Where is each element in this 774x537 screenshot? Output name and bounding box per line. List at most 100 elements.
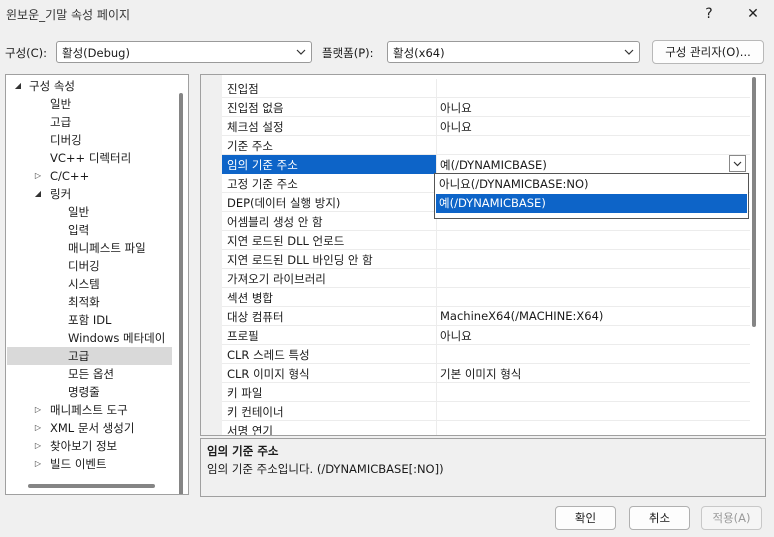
grid-row[interactable]: 기준 주소 (222, 136, 750, 155)
grid-row-selected[interactable]: 임의 기준 주소 예(/DYNAMICBASE) (222, 155, 750, 174)
property-name: 지연 로드된 DLL 바인딩 안 함 (227, 253, 373, 267)
dropdown-option[interactable]: 아니요(/DYNAMICBASE:NO) (436, 175, 747, 194)
ok-button[interactable]: 확인 (555, 506, 616, 530)
tree-item[interactable]: 고급 (50, 113, 71, 131)
platform-label: 플랫폼(P): (322, 46, 374, 60)
configuration-value: 활성(Debug) (62, 46, 130, 60)
grid-row[interactable]: 체크섬 설정 아니요 (222, 117, 750, 136)
description-title: 임의 기준 주소 (207, 444, 279, 458)
property-value: 기본 이미지 형식 (440, 367, 522, 381)
property-name: 지연 로드된 DLL 언로드 (227, 234, 345, 248)
property-name: 대상 컴퓨터 (227, 310, 284, 324)
property-value: 아니요 (440, 329, 472, 343)
property-value: 예(/DYNAMICBASE) (440, 158, 547, 172)
grid-vertical-scrollbar[interactable] (752, 77, 756, 327)
property-value: 아니요 (440, 101, 472, 115)
tree-item[interactable]: 빌드 이벤트 (50, 455, 107, 473)
grid-row[interactable]: 지연 로드된 DLL 언로드 (222, 231, 750, 250)
property-name: 키 컨테이너 (227, 405, 284, 419)
configuration-manager-button[interactable]: 구성 관리자(O)... (652, 40, 764, 64)
expand-arrow-icon[interactable]: ◢ (33, 185, 43, 203)
dropdown-option-highlighted[interactable]: 예(/DYNAMICBASE) (436, 194, 747, 213)
help-button[interactable]: ? (697, 3, 721, 25)
tree-vertical-scrollbar[interactable] (179, 93, 183, 494)
tree-item[interactable]: 매니페스트 도구 (50, 401, 128, 419)
chevron-down-icon (624, 49, 634, 55)
property-value: 아니요 (440, 120, 472, 134)
property-name: CLR 스레드 특성 (227, 348, 310, 362)
tree-item[interactable]: 시스템 (68, 275, 100, 293)
property-name: DEP(데이터 실행 방지) (227, 196, 341, 210)
apply-button[interactable]: 적용(A) (701, 506, 762, 530)
property-grid[interactable]: 진입점 진입점 없음 아니요 체크섬 설정 아니요 기준 주소 임의 기준 주소 예(… (200, 74, 766, 436)
grid-row[interactable]: 대상 컴퓨터 MachineX64(/MACHINE:X64) (222, 307, 750, 326)
collapse-arrow-icon[interactable]: ▷ (33, 437, 43, 455)
tree-item[interactable]: 입력 (68, 221, 89, 239)
property-name: 키 파일 (227, 386, 263, 400)
property-value: MachineX64(/MACHINE:X64) (440, 309, 604, 323)
collapse-arrow-icon[interactable]: ▷ (33, 401, 43, 419)
tree-item[interactable]: 포함 IDL (68, 311, 111, 329)
tree-item-selected[interactable]: 고급 (68, 347, 89, 365)
property-name: 서명 연기 (227, 424, 273, 436)
property-name: CLR 이미지 형식 (227, 367, 310, 381)
grid-row[interactable]: 진입점 없음 아니요 (222, 98, 750, 117)
close-button[interactable]: ✕ (741, 3, 765, 25)
grid-row[interactable]: 섹션 병합 (222, 288, 750, 307)
value-dropdown-list[interactable]: 아니요(/DYNAMICBASE:NO) 예(/DYNAMICBASE) (434, 173, 749, 219)
value-dropdown-button[interactable] (729, 155, 746, 172)
tree-horizontal-scrollbar[interactable] (28, 484, 155, 488)
property-name: 진입점 없음 (227, 101, 284, 115)
cancel-button[interactable]: 취소 (629, 506, 690, 530)
tree-item[interactable]: 디버깅 (50, 131, 82, 149)
grid-row[interactable]: 지연 로드된 DLL 바인딩 안 함 (222, 250, 750, 269)
configuration-label: 구성(C): (5, 46, 48, 60)
property-name: 프로필 (227, 329, 259, 343)
property-name: 기준 주소 (227, 139, 273, 153)
tree-item[interactable]: 디버깅 (68, 257, 100, 275)
grid-margin (201, 75, 222, 435)
grid-row[interactable]: 서명 연기 (222, 421, 750, 436)
tree-selection-highlight (7, 347, 172, 365)
grid-row[interactable]: CLR 이미지 형식 기본 이미지 형식 (222, 364, 750, 383)
tree-item[interactable]: 일반 (68, 203, 89, 221)
tree-item[interactable]: 찾아보기 정보 (50, 437, 117, 455)
tree-item[interactable]: 명령줄 (68, 383, 100, 401)
collapse-arrow-icon[interactable]: ▷ (33, 455, 43, 473)
grid-row[interactable]: 키 파일 (222, 383, 750, 402)
tree-item[interactable]: 일반 (50, 95, 71, 113)
description-panel: 임의 기준 주소 임의 기준 주소입니다. (/DYNAMICBASE[:NO]… (200, 438, 766, 497)
platform-select[interactable]: 활성(x64) (387, 41, 640, 63)
title-bar: 윈보운_기말 속성 페이지 ? ✕ (0, 0, 774, 30)
tree-item[interactable]: 링커 (50, 185, 71, 203)
description-text: 임의 기준 주소입니다. (/DYNAMICBASE[:NO]) (207, 462, 444, 476)
collapse-arrow-icon[interactable]: ▷ (33, 419, 43, 437)
tree-item[interactable]: XML 문서 생성기 (50, 419, 134, 437)
grid-row[interactable]: 키 컨테이너 (222, 402, 750, 421)
tree-item[interactable]: 매니페스트 파일 (68, 239, 146, 257)
grid-row[interactable]: CLR 스레드 특성 (222, 345, 750, 364)
platform-value: 활성(x64) (393, 46, 445, 60)
tree-item[interactable]: Windows 메타데이 (68, 329, 165, 347)
expand-arrow-icon[interactable]: ◢ (13, 77, 23, 95)
grid-row[interactable]: 프로필 아니요 (222, 326, 750, 345)
grid-row[interactable]: 가져오기 라이브러리 (222, 269, 750, 288)
tree-item[interactable]: 최적화 (68, 293, 100, 311)
property-tree[interactable]: ◢ 구성 속성 일반 고급 디버깅 VC++ 디렉터리 ▷ C/C++ ◢ 링커… (5, 74, 189, 495)
grid-row[interactable]: 진입점 (222, 79, 750, 98)
chevron-down-icon (733, 161, 742, 167)
configuration-select[interactable]: 활성(Debug) (56, 41, 312, 63)
tree-item[interactable]: VC++ 디렉터리 (50, 149, 131, 167)
chevron-down-icon (296, 49, 306, 55)
property-name: 고정 기준 주소 (227, 177, 298, 191)
tree-item[interactable]: 모든 옵션 (68, 365, 114, 383)
property-name: 진입점 (227, 82, 259, 96)
property-name: 섹션 병합 (227, 291, 273, 305)
window-title: 윈보운_기말 속성 페이지 (6, 8, 131, 22)
property-name: 어셈블리 생성 안 함 (227, 215, 323, 229)
property-name: 체크섬 설정 (227, 120, 284, 134)
property-name: 임의 기준 주소 (227, 158, 298, 172)
tree-item[interactable]: C/C++ (50, 167, 89, 185)
collapse-arrow-icon[interactable]: ▷ (33, 167, 43, 185)
tree-item-root[interactable]: 구성 속성 (29, 77, 75, 95)
